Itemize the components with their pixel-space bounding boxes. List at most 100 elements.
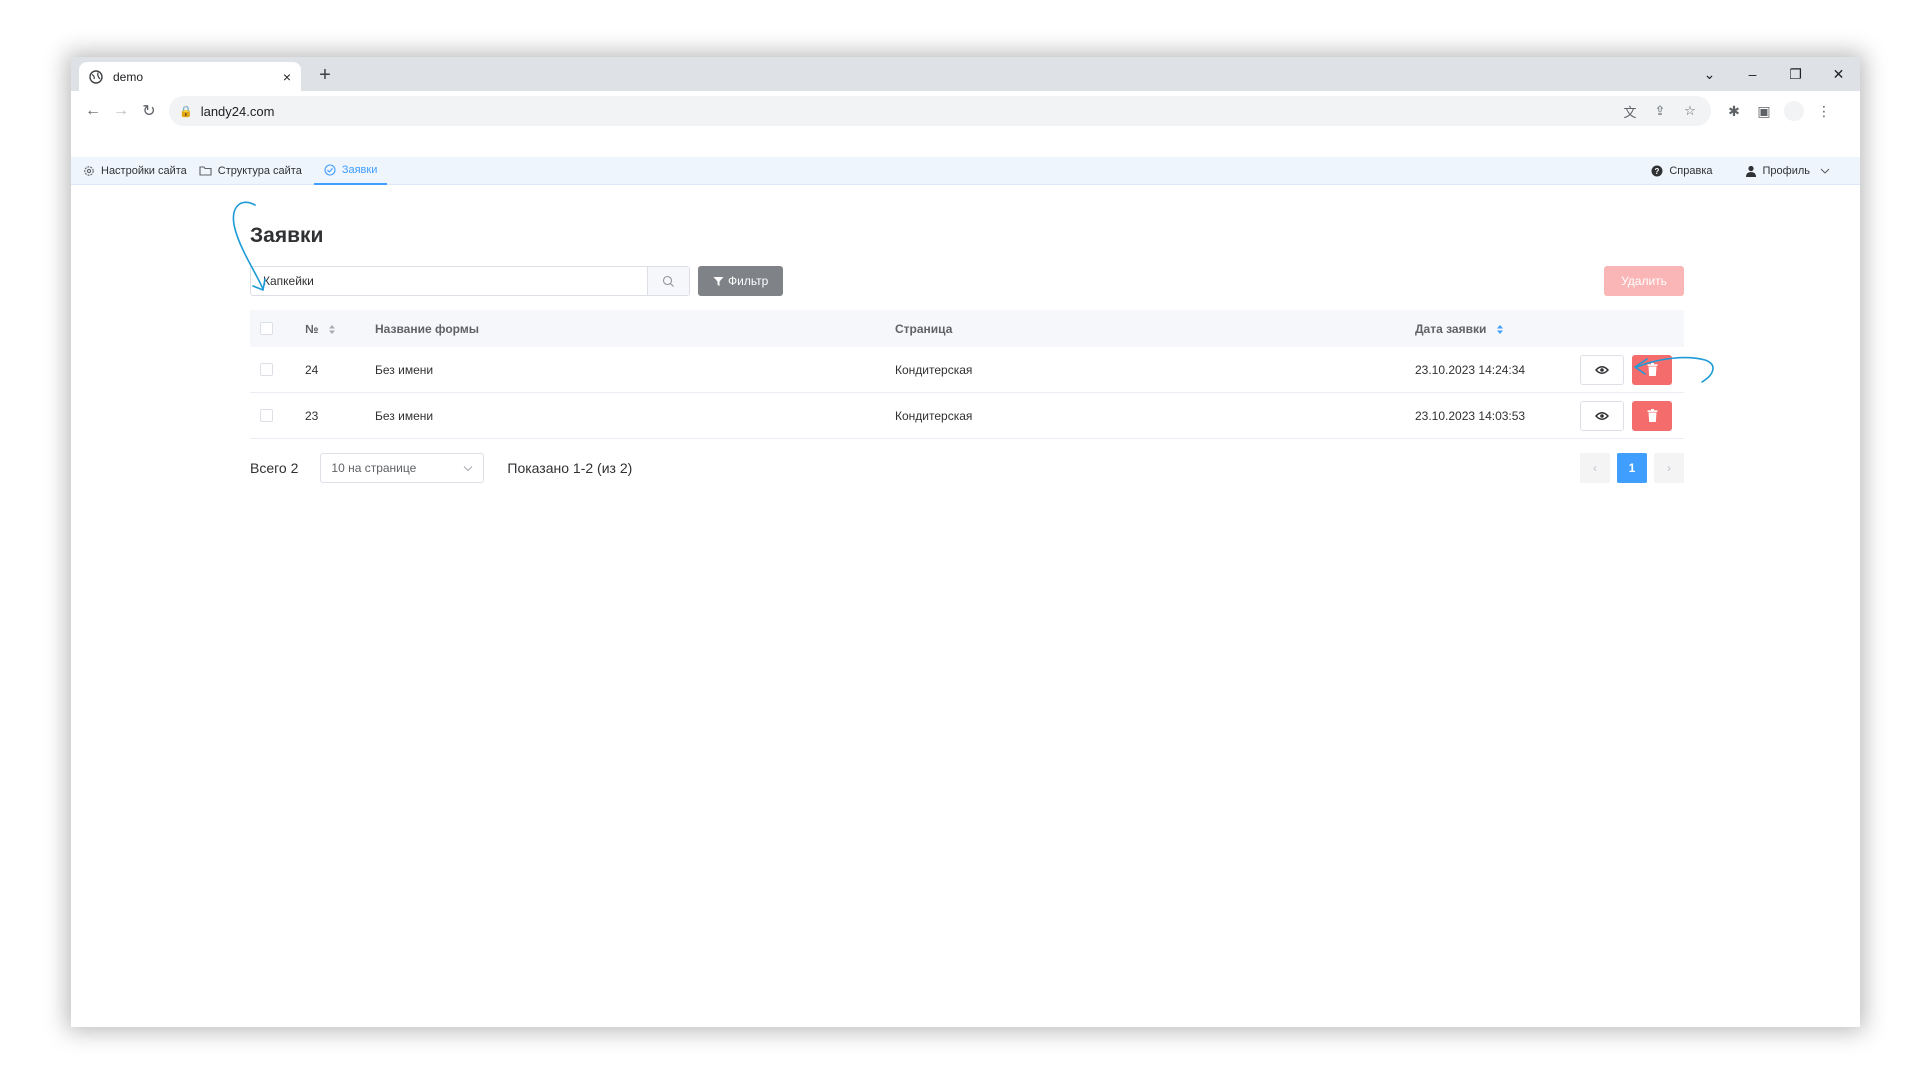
profile-label: Профиль	[1762, 165, 1811, 177]
prev-page-button[interactable]: ‹	[1580, 453, 1610, 483]
address-bar[interactable]: 🔒 landy24.com 文 ⇪ ☆	[169, 96, 1711, 126]
nav-item-site-structure[interactable]: Структура сайта	[199, 157, 312, 185]
folder-icon	[199, 166, 212, 176]
pagination: ‹ 1 ›	[1573, 453, 1684, 483]
page-title: Заявки	[250, 224, 324, 247]
help-label: Справка	[1669, 165, 1713, 177]
tab-close-icon[interactable]: ×	[283, 69, 291, 85]
search-box	[250, 266, 690, 296]
search-button[interactable]	[647, 267, 689, 295]
row-actions	[1580, 400, 1684, 431]
row-checkbox[interactable]	[260, 409, 273, 422]
row-checkbox-cell	[250, 363, 305, 376]
column-header-num[interactable]: №	[305, 322, 375, 336]
cell-num: 24	[305, 362, 319, 377]
nav-item-site-settings[interactable]: Настройки сайта	[83, 157, 197, 185]
cell-page: Кондитерская	[895, 408, 973, 423]
question-circle-icon: ?	[1651, 165, 1663, 177]
browser-menu-icon[interactable]: ⋮	[1809, 97, 1839, 125]
nav-item-requests[interactable]: Заявки	[313, 157, 388, 185]
total-count: Всего 2	[250, 460, 299, 476]
column-header-label: №	[305, 321, 319, 336]
share-icon[interactable]: ⇪	[1649, 100, 1671, 122]
browser-tabstrip: demo × + ⌄ – ❐ ✕	[71, 57, 1860, 91]
browser-toolbar: ← → ↻ 🔒 landy24.com 文 ⇪ ☆ ✱ ▣ ⋮	[71, 91, 1860, 131]
cell-date: 23.10.2023 14:24:34	[1415, 362, 1526, 377]
restore-icon[interactable]: ❐	[1774, 57, 1817, 91]
eye-icon	[1595, 411, 1609, 420]
nav-item-label: Заявки	[341, 163, 378, 176]
window-close-icon[interactable]: ✕	[1817, 57, 1860, 91]
check-circle-icon	[324, 163, 336, 176]
delete-row-button[interactable]	[1632, 354, 1672, 385]
tab-search-icon[interactable]: ⌄	[1688, 57, 1731, 91]
back-icon[interactable]: ←	[79, 97, 107, 125]
translate-icon[interactable]: 文	[1619, 100, 1641, 122]
filter-icon	[713, 276, 724, 286]
column-header-page: Страница	[895, 321, 953, 336]
header-checkbox-cell	[250, 322, 305, 335]
requests-page: Заявки Фильтр Удалить	[250, 224, 1684, 483]
controls-row: Фильтр Удалить	[250, 266, 1684, 296]
next-page-button[interactable]: ›	[1654, 453, 1684, 483]
cell-num: 23	[305, 408, 319, 423]
help-link[interactable]: ? Справка	[1651, 157, 1722, 185]
chevron-down-icon	[464, 465, 473, 471]
cell-form-name: Без имени	[375, 362, 434, 377]
page-number-button[interactable]: 1	[1617, 453, 1647, 483]
url-text[interactable]: landy24.com	[201, 104, 1611, 119]
column-header-date[interactable]: Дата заявки	[1415, 322, 1580, 336]
gear-icon	[84, 165, 94, 176]
trash-icon	[1647, 409, 1657, 422]
search-input[interactable]	[251, 267, 647, 295]
row-checkbox[interactable]	[260, 363, 273, 376]
nav-item-label: Структура сайта	[217, 164, 302, 177]
filter-button[interactable]: Фильтр	[698, 266, 784, 296]
filter-label: Фильтр	[728, 274, 769, 288]
cell-form-name: Без имени	[375, 408, 434, 423]
table-footer: Всего 2 10 на странице Показано 1-2 (из …	[250, 453, 1684, 483]
extensions-puzzle-icon[interactable]: ✱	[1719, 97, 1749, 125]
delete-row-button[interactable]	[1632, 400, 1672, 431]
minimize-icon[interactable]: –	[1731, 57, 1774, 91]
page-size-select[interactable]: 10 на странице	[320, 453, 485, 483]
nav-item-label: Настройки сайта	[101, 164, 187, 177]
sort-icon[interactable]	[328, 324, 336, 335]
lock-icon[interactable]: 🔒	[179, 105, 193, 118]
reload-icon[interactable]: ↻	[135, 97, 163, 125]
tab-title: demo	[113, 69, 144, 84]
profile-menu[interactable]: Профиль	[1745, 157, 1847, 185]
view-button[interactable]	[1580, 400, 1624, 431]
extension-icons: ✱ ▣ ⋮	[1719, 97, 1839, 125]
table-header: № Название формы Страница Дата заявки	[250, 310, 1684, 347]
app-nav-right: ? Справка Профиль	[1631, 157, 1848, 185]
trash-icon	[1647, 363, 1657, 376]
bookmark-star-icon[interactable]: ☆	[1679, 100, 1701, 122]
shown-range: Показано 1-2 (из 2)	[507, 460, 633, 476]
user-icon	[1745, 165, 1756, 177]
row-checkbox-cell	[250, 409, 305, 422]
profile-avatar[interactable]	[1784, 101, 1804, 121]
view-button[interactable]	[1580, 354, 1624, 385]
forward-icon[interactable]: →	[107, 97, 135, 125]
column-header-label: Дата заявки	[1415, 321, 1487, 336]
browser-window: demo × + ⌄ – ❐ ✕ ← → ↻ 🔒 landy24.com 文 ⇪…	[71, 57, 1860, 1027]
svg-text:?: ?	[1655, 167, 1660, 176]
row-actions	[1580, 354, 1684, 385]
bulk-delete-button[interactable]: Удалить	[1604, 266, 1684, 296]
sort-icon[interactable]	[1496, 324, 1504, 335]
cell-page: Кондитерская	[895, 362, 973, 377]
page-size-value: 10 на странице	[331, 461, 417, 475]
eye-icon	[1595, 365, 1609, 374]
browser-tab[interactable]: demo ×	[79, 62, 301, 91]
column-header-form-name: Название формы	[375, 321, 479, 336]
select-all-checkbox[interactable]	[260, 322, 273, 335]
side-panel-icon[interactable]: ▣	[1749, 97, 1779, 125]
chevron-down-icon	[1820, 168, 1830, 174]
cell-date: 23.10.2023 14:03:53	[1415, 408, 1526, 423]
app-top-nav: Настройки сайта Структура сайта Заявки ?…	[71, 157, 1860, 185]
table-row: 24 Без имени Кондитерская 23.10.2023 14:…	[250, 347, 1684, 393]
globe-icon	[89, 69, 103, 84]
new-tab-button[interactable]: +	[312, 62, 338, 88]
requests-table: № Название формы Страница Дата заявки 24…	[250, 310, 1684, 439]
